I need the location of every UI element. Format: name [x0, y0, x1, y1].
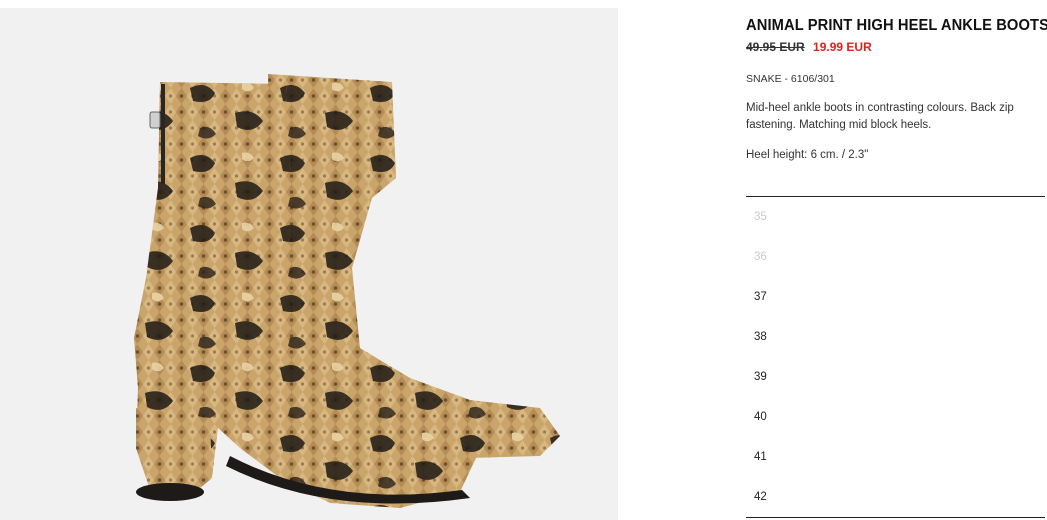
- size-option-36: 36: [754, 251, 767, 263]
- size-list: 35 36 37 38 39 40 41 42: [746, 196, 1045, 518]
- product-reference: SNAKE - 6106/301: [746, 73, 835, 85]
- boots-illustration: [134, 74, 560, 508]
- size-option-42[interactable]: 42: [754, 487, 1034, 507]
- size-option-35: 35: [754, 211, 767, 223]
- product-title: ANIMAL PRINT HIGH HEEL ANKLE BOOTS: [746, 17, 1047, 34]
- sale-price: 19.99 EUR: [813, 40, 872, 54]
- size-option-40[interactable]: 40: [754, 407, 1034, 427]
- size-option-41[interactable]: 41: [754, 447, 1034, 467]
- product-image[interactable]: [0, 8, 618, 520]
- size-option-37[interactable]: 37: [754, 287, 1034, 307]
- old-price: 49.95 EUR: [746, 40, 805, 54]
- product-description: Mid-heel ankle boots in contrasting colo…: [746, 102, 1014, 131]
- heel-height: Heel height: 6 cm. / 2.3": [746, 149, 869, 161]
- size-option-39[interactable]: 39: [754, 367, 1034, 387]
- size-option-38[interactable]: 38: [754, 327, 1034, 347]
- price-row: 49.95 EUR 19.99 EUR: [746, 40, 872, 54]
